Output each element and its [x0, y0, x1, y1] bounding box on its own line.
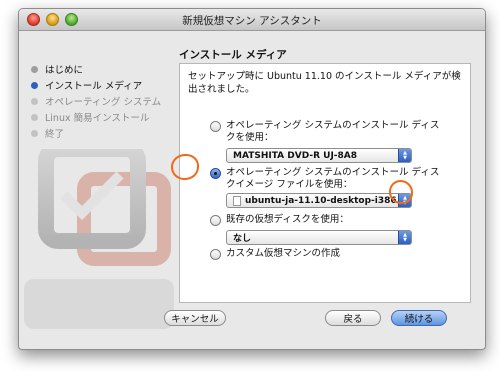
step-intro: はじめに — [31, 61, 161, 77]
disc-image-popup[interactable]: ubuntu-ja-11.10-desktop-i386.iso ▲ ▼ — [226, 193, 412, 208]
existing-disk-popup[interactable]: なし ▲ ▼ — [226, 230, 412, 245]
page-title: インストール メディア — [179, 49, 287, 61]
up-down-arrows-icon: ▲ ▼ — [398, 231, 411, 244]
radio-custom-vm[interactable] — [210, 249, 221, 260]
popup-value: MATSHITA DVD-R UJ-8A8 — [233, 150, 358, 161]
step-label: はじめに — [45, 65, 84, 76]
window-title: 新規仮想マシン アシスタント — [182, 15, 322, 27]
step-label: インストール メディア — [45, 81, 143, 92]
option-label: 既存の仮想ディスクを使用： — [226, 214, 349, 225]
radio-existing-disk[interactable] — [210, 215, 221, 226]
step-list: はじめに インストール メディア オペレーティング システム Linux 簡易イ… — [31, 61, 161, 141]
annotation-circle-popup — [389, 180, 413, 204]
steps-sidebar: はじめに インストール メディア オペレーティング システム Linux 簡易イ… — [19, 31, 174, 349]
radio-disc-image[interactable] — [210, 168, 221, 179]
option-install-disc[interactable]: オペレーティング システムのインストール ディスクを使用： — [210, 120, 440, 144]
back-button[interactable]: 戻る — [325, 310, 381, 326]
option-label: オペレーティング システムのインストール ディスクイメージ ファイルを使用： — [226, 167, 440, 190]
step-linux-easy-install: Linux 簡易インストール — [31, 109, 161, 125]
step-current-icon — [31, 81, 38, 89]
continue-button[interactable]: 続ける — [391, 310, 447, 326]
step-bullet-icon — [31, 129, 38, 137]
radio-install-disc[interactable] — [210, 121, 221, 132]
install-disc-popup[interactable]: MATSHITA DVD-R UJ-8A8 ▲ ▼ — [226, 148, 412, 163]
assistant-window: 新規仮想マシン アシスタント はじめに インストール メディア オペレーティング… — [18, 8, 486, 350]
cancel-button[interactable]: キャンセル — [164, 310, 226, 326]
option-custom-vm[interactable]: カスタム仮想マシンの作成 — [210, 248, 446, 260]
up-down-arrows-icon: ▲ ▼ — [398, 149, 411, 162]
step-bullet-icon — [31, 97, 38, 105]
vmware-logo-icon — [24, 149, 174, 329]
step-label: オペレーティング システム — [45, 97, 162, 108]
title-bar: 新規仮想マシン アシスタント — [19, 9, 485, 31]
step-bullet-icon — [31, 113, 38, 121]
intro-text: セットアップ時に Ubuntu 11.10 のインストール メディアが検出されま… — [188, 71, 461, 95]
document-icon — [233, 195, 241, 206]
step-finish: 終了 — [31, 125, 161, 141]
option-existing-disk[interactable]: 既存の仮想ディスクを使用： — [210, 214, 446, 226]
step-operating-system: オペレーティング システム — [31, 93, 161, 109]
install-media-panel: セットアップ時に Ubuntu 11.10 のインストール メディアが検出されま… — [179, 63, 471, 303]
option-label: カスタム仮想マシンの作成 — [226, 248, 341, 259]
popup-value: なし — [233, 234, 252, 244]
step-label: 終了 — [45, 129, 65, 140]
popup-value: ubuntu-ja-11.10-desktop-i386.iso — [245, 195, 412, 206]
step-bullet-icon — [31, 65, 38, 73]
option-label: オペレーティング システムのインストール ディスクを使用： — [226, 120, 440, 143]
annotation-circle-radio — [171, 154, 199, 180]
step-label: Linux 簡易インストール — [45, 113, 150, 124]
step-install-media: インストール メディア — [31, 77, 161, 93]
